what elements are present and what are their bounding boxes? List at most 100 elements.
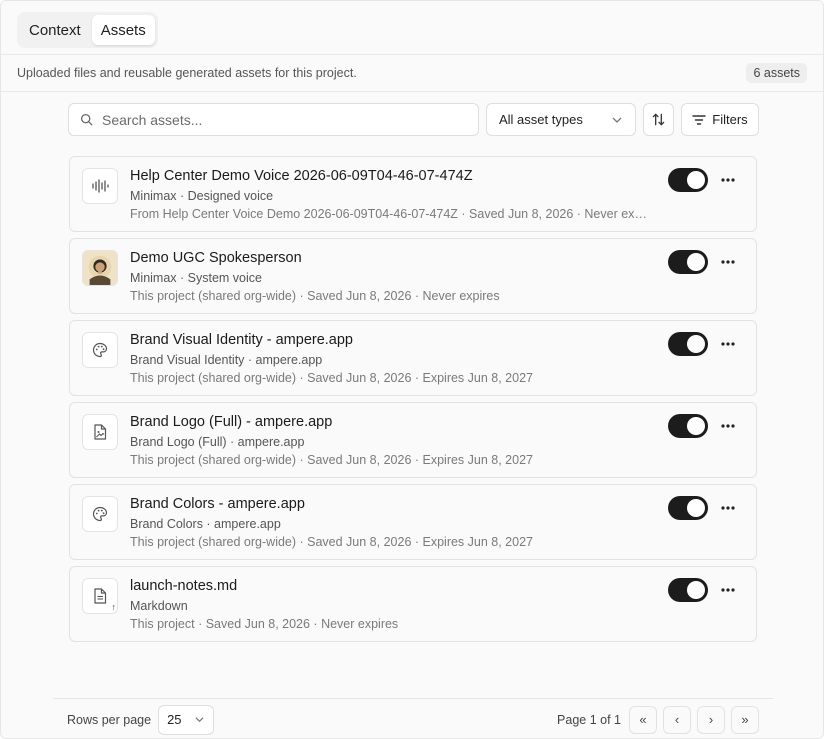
asset-thumbnail: ↑ <box>82 578 118 614</box>
asset-info: Demo UGC Spokesperson Minimax · System v… <box>130 249 650 304</box>
upload-arrow-icon: ↑ <box>111 602 117 612</box>
spokesperson-avatar <box>83 251 117 285</box>
page-indicator: Page 1 of 1 <box>557 712 621 727</box>
asset-meta: This project (shared org-wide) · Saved J… <box>130 453 533 467</box>
more-options-button[interactable] <box>716 579 740 601</box>
rows-per-page-select[interactable]: 25 <box>158 704 215 735</box>
more-options-button[interactable] <box>716 251 740 273</box>
asset-info: Help Center Demo Voice 2026-06-09T04-46-… <box>130 167 650 222</box>
asset-enabled-toggle[interactable] <box>668 250 708 274</box>
asset-title: Help Center Demo Voice 2026-06-09T04-46-… <box>130 168 473 184</box>
asset-subtitle: Brand Logo (Full) · ampere.app <box>130 435 305 449</box>
toggle-knob <box>687 171 705 189</box>
palette-icon <box>92 506 108 522</box>
sort-arrows-icon <box>652 113 665 126</box>
image-file-icon <box>94 424 107 440</box>
asset-card[interactable]: Brand Logo (Full) - ampere.app Brand Log… <box>69 402 757 478</box>
last-page-button[interactable]: » <box>731 705 759 734</box>
rows-per-page-value: 25 <box>167 712 182 727</box>
asset-thumbnail <box>82 496 118 532</box>
rows-per-page-label: Rows per page <box>67 712 152 727</box>
asset-thumbnail <box>82 168 118 204</box>
asset-title: launch-notes.md <box>130 578 238 594</box>
search-box[interactable] <box>68 103 479 136</box>
assets-subheader: Uploaded files and reusable generated as… <box>1 55 823 92</box>
asset-card[interactable]: Demo UGC Spokesperson Minimax · System v… <box>69 238 757 314</box>
toggle-knob <box>687 499 705 517</box>
more-horizontal-icon <box>721 260 735 264</box>
asset-enabled-toggle[interactable] <box>668 578 708 602</box>
sort-button[interactable] <box>643 103 674 136</box>
chevron-down-icon <box>612 117 622 123</box>
more-horizontal-icon <box>721 424 735 428</box>
toggle-knob <box>687 417 705 435</box>
assets-toolbar: All asset types Filters <box>68 103 759 136</box>
asset-count-badge: 6 assets <box>746 63 807 83</box>
asset-meta: This project (shared org-wide) · Saved J… <box>130 535 533 549</box>
asset-card[interactable]: Brand Visual Identity - ampere.app Brand… <box>69 320 757 396</box>
asset-title: Brand Logo (Full) - ampere.app <box>130 414 333 430</box>
more-options-button[interactable] <box>716 169 740 191</box>
first-page-button[interactable]: « <box>629 705 657 734</box>
asset-title: Brand Colors - ampere.app <box>130 496 305 512</box>
asset-type-select[interactable]: All asset types <box>486 103 636 136</box>
more-options-button[interactable] <box>716 415 740 437</box>
more-options-button[interactable] <box>716 497 740 519</box>
toggle-knob <box>687 335 705 353</box>
asset-type-value: All asset types <box>499 112 583 127</box>
toggle-knob <box>687 581 705 599</box>
audio-waveform-icon <box>92 179 109 193</box>
asset-info: Brand Colors - ampere.app Brand Colors ·… <box>130 495 650 550</box>
asset-thumbnail <box>82 332 118 368</box>
more-horizontal-icon <box>721 506 735 510</box>
asset-card[interactable]: Help Center Demo Voice 2026-06-09T04-46-… <box>69 156 757 232</box>
tab-assets[interactable]: Assets <box>91 15 155 45</box>
asset-info: Brand Logo (Full) - ampere.app Brand Log… <box>130 413 650 468</box>
pagination-footer: Rows per page 25 Page 1 of 1 « ‹ › » <box>53 698 773 738</box>
tab-context[interactable]: Context <box>20 15 90 45</box>
search-input[interactable] <box>102 111 462 128</box>
more-horizontal-icon <box>721 342 735 346</box>
next-page-button[interactable]: › <box>697 705 725 734</box>
pager: Page 1 of 1 « ‹ › » <box>557 705 759 734</box>
asset-enabled-toggle[interactable] <box>668 332 708 356</box>
previous-page-button[interactable]: ‹ <box>663 705 691 734</box>
asset-enabled-toggle[interactable] <box>668 496 708 520</box>
tab-group: Context Assets <box>17 12 158 48</box>
asset-meta: This project · Saved Jun 8, 2026 · Never… <box>130 617 399 631</box>
asset-card[interactable]: ↑ launch-notes.md Markdown This project … <box>69 566 757 642</box>
palette-icon <box>92 342 108 358</box>
asset-subtitle: Brand Colors · ampere.app <box>130 517 281 531</box>
toggle-knob <box>687 253 705 271</box>
asset-info: launch-notes.md Markdown This project · … <box>130 577 650 632</box>
asset-meta: This project (shared org-wide) · Saved J… <box>130 289 500 303</box>
asset-title: Demo UGC Spokesperson <box>130 250 302 266</box>
asset-card[interactable]: Brand Colors - ampere.app Brand Colors ·… <box>69 484 757 560</box>
more-options-button[interactable] <box>716 333 740 355</box>
asset-subtitle: Minimax · System voice <box>130 271 262 285</box>
more-horizontal-icon <box>721 178 735 182</box>
asset-enabled-toggle[interactable] <box>668 168 708 192</box>
filters-label: Filters <box>712 112 748 127</box>
asset-thumbnail <box>82 414 118 450</box>
asset-enabled-toggle[interactable] <box>668 414 708 438</box>
rows-per-page: Rows per page 25 <box>67 704 215 735</box>
filter-icon <box>692 114 706 125</box>
tabs-bar: Context Assets <box>1 1 823 55</box>
asset-thumbnail <box>82 250 118 286</box>
asset-title: Brand Visual Identity - ampere.app <box>130 332 354 348</box>
asset-meta: From Help Center Voice Demo 2026-06-09T0… <box>130 207 650 221</box>
asset-info: Brand Visual Identity - ampere.app Brand… <box>130 331 650 386</box>
asset-subtitle: Brand Visual Identity · ampere.app <box>130 353 323 367</box>
search-icon <box>80 113 93 126</box>
chevron-down-icon <box>195 717 204 723</box>
assets-panel: Context Assets Uploaded files and reusab… <box>0 0 824 739</box>
asset-list: Help Center Demo Voice 2026-06-09T04-46-… <box>69 156 757 648</box>
asset-meta: This project (shared org-wide) · Saved J… <box>130 371 533 385</box>
asset-subtitle: Markdown <box>130 599 188 613</box>
filters-button[interactable]: Filters <box>681 103 759 136</box>
text-file-icon <box>94 588 107 604</box>
assets-description: Uploaded files and reusable generated as… <box>17 66 357 80</box>
more-horizontal-icon <box>721 588 735 592</box>
asset-subtitle: Minimax · Designed voice <box>130 189 274 203</box>
